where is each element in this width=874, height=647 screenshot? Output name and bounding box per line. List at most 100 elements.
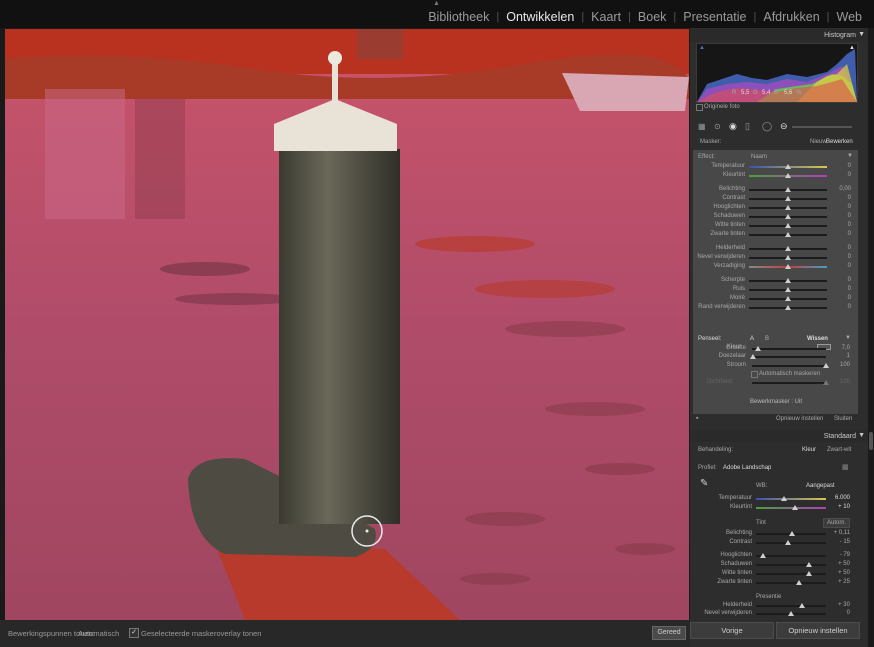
tint-slider[interactable] bbox=[756, 505, 826, 510]
mask-witte-tinten-knob[interactable] bbox=[785, 223, 791, 228]
collapse-triangle-icon[interactable]: ▼ bbox=[858, 31, 865, 38]
mask-contrast-knob[interactable] bbox=[785, 196, 791, 201]
treatment-bw-option[interactable]: Zwart-wit bbox=[827, 447, 851, 453]
whites-knob[interactable] bbox=[805, 571, 812, 576]
whites-value[interactable]: + 50 bbox=[828, 570, 850, 576]
mask-witte-tinten-value[interactable]: 0 bbox=[831, 222, 851, 228]
mask-zwarte-tinten-slider[interactable] bbox=[749, 232, 827, 237]
mask-belichting-slider[interactable] bbox=[749, 187, 827, 192]
temp-slider[interactable] bbox=[756, 496, 826, 501]
mask-helderheid-slider[interactable] bbox=[749, 246, 827, 251]
highlights-knob[interactable] bbox=[760, 553, 766, 558]
shadows-value[interactable]: + 50 bbox=[828, 561, 850, 567]
mask-nevel-verwijderen-value[interactable]: 0 bbox=[831, 254, 851, 260]
mask-ruis-value[interactable]: 0 bbox=[831, 286, 851, 292]
whites-slider[interactable] bbox=[756, 571, 826, 576]
basic-triangle-icon[interactable]: ▼ bbox=[858, 432, 865, 439]
mask-helderheid-value[interactable]: 0 bbox=[831, 245, 851, 251]
graduated-filter-icon[interactable]: ▯ bbox=[745, 121, 750, 132]
mask-hooglichten-slider[interactable] bbox=[749, 205, 827, 210]
dehaze-knob[interactable] bbox=[788, 611, 794, 616]
spot-removal-icon[interactable]: ⊙ bbox=[714, 122, 721, 131]
mask-contrast-slider[interactable] bbox=[749, 196, 827, 201]
blacks-slider[interactable] bbox=[756, 580, 826, 585]
effect-dropdown[interactable]: Naam bbox=[751, 154, 767, 160]
mask-kleurtint-value[interactable]: 0 bbox=[831, 172, 851, 178]
module-presentatie[interactable]: Presentatie bbox=[676, 10, 753, 24]
profile-browser-icon[interactable]: ▦ bbox=[842, 463, 849, 471]
mask-schaduwen-slider[interactable] bbox=[749, 214, 827, 219]
brush-doezelaar-knob[interactable] bbox=[749, 354, 756, 359]
mask-temperatuur-value[interactable]: 0 bbox=[831, 163, 851, 169]
mask-temperatuur-slider[interactable] bbox=[749, 164, 827, 169]
mask-scherpte-knob[interactable] bbox=[785, 278, 791, 283]
mask-moir--value[interactable]: 0 bbox=[831, 295, 851, 301]
module-afdrukken[interactable]: Afdrukken bbox=[756, 10, 826, 24]
reset-all-button[interactable]: Opnieuw instellen bbox=[776, 622, 860, 639]
brush-wipe-button[interactable]: Wissen bbox=[807, 336, 828, 342]
mask-witte-tinten-slider[interactable] bbox=[749, 223, 827, 228]
contrast-value[interactable]: - 15 bbox=[828, 539, 850, 545]
brush-stroom-slider[interactable] bbox=[752, 363, 829, 368]
done-button[interactable]: Gereed bbox=[652, 626, 686, 640]
mask-moir--slider[interactable] bbox=[749, 296, 827, 301]
auto-mask-checkbox[interactable] bbox=[751, 371, 758, 378]
mask-reset-button[interactable]: Opnieuw instellen bbox=[776, 416, 823, 422]
mask-zwarte-tinten-value[interactable]: 0 bbox=[831, 231, 851, 237]
collapse-top-arrow-icon[interactable]: ▲ bbox=[433, 0, 440, 7]
edit-mask-toggle[interactable]: Bewerkmasker : Uit bbox=[750, 399, 802, 405]
highlights-slider[interactable] bbox=[756, 553, 826, 558]
contrast-knob[interactable] bbox=[785, 540, 792, 545]
brush-grootte-value[interactable]: 7,0 bbox=[830, 345, 850, 351]
overlay-checkbox[interactable]: ✓ bbox=[129, 628, 139, 638]
density-slider[interactable] bbox=[752, 380, 829, 385]
blacks-value[interactable]: + 25 bbox=[828, 579, 850, 585]
mask-close-button[interactable]: Sluiten bbox=[834, 416, 852, 422]
temp-knob[interactable] bbox=[781, 496, 787, 501]
brush-stroom-knob[interactable] bbox=[823, 363, 829, 368]
mask-kleurtint-slider[interactable] bbox=[749, 173, 827, 178]
clarity-value[interactable]: + 30 bbox=[828, 602, 850, 608]
profile-dropdown[interactable]: Adobe Landschap bbox=[723, 465, 771, 471]
dehaze-value[interactable]: 0 bbox=[828, 610, 850, 616]
basic-header[interactable]: Standaard ▼ bbox=[690, 430, 868, 442]
blacks-knob[interactable] bbox=[796, 580, 803, 585]
tint-knob[interactable] bbox=[792, 505, 798, 510]
module-kaart[interactable]: Kaart bbox=[584, 10, 628, 24]
exposure-knob[interactable] bbox=[788, 531, 795, 536]
exposure-slider[interactable] bbox=[756, 531, 826, 536]
mask-kleurtint-knob[interactable] bbox=[785, 173, 791, 178]
module-bibliotheek[interactable]: Bibliotheek bbox=[421, 10, 496, 24]
scrollbar-thumb[interactable] bbox=[869, 432, 873, 450]
mask-rand-verwijderen-value[interactable]: 0 bbox=[831, 304, 851, 310]
brush-triangle-icon[interactable]: ▼ bbox=[845, 335, 851, 341]
mask-moir--knob[interactable] bbox=[785, 296, 791, 301]
photo-canvas[interactable] bbox=[5, 29, 689, 620]
mask-verzadiging-knob[interactable] bbox=[785, 264, 791, 269]
mask-schaduwen-knob[interactable] bbox=[785, 214, 791, 219]
mask-scherpte-slider[interactable] bbox=[749, 278, 827, 283]
mask-nevel-verwijderen-slider[interactable] bbox=[749, 255, 827, 260]
radial-filter-icon[interactable]: ◯ bbox=[762, 121, 772, 132]
mask-edit-button[interactable]: Bewerken bbox=[826, 139, 853, 145]
adjustment-brush-icon[interactable]: ⊖ bbox=[780, 121, 788, 132]
shadows-knob[interactable] bbox=[805, 562, 812, 567]
dehaze-slider[interactable] bbox=[756, 611, 826, 616]
mask-contrast-value[interactable]: 0 bbox=[831, 195, 851, 201]
mask-nevel-verwijderen-knob[interactable] bbox=[785, 255, 791, 260]
effect-triangle-icon[interactable]: ▼ bbox=[847, 153, 853, 159]
brush-a-button[interactable]: A bbox=[750, 336, 754, 342]
treatment-color-option[interactable]: Kleur bbox=[802, 447, 816, 453]
tint-value[interactable]: + 10 bbox=[828, 504, 850, 510]
mask-belichting-knob[interactable] bbox=[785, 187, 791, 192]
wb-eyedropper-icon[interactable]: ✎ bbox=[700, 478, 708, 489]
toggle-switch-icon[interactable]: ▪ bbox=[696, 415, 698, 422]
mask-rand-verwijderen-slider[interactable] bbox=[749, 305, 827, 310]
brush-stroom-value[interactable]: 100 bbox=[830, 362, 850, 368]
mask-verzadiging-slider[interactable] bbox=[749, 264, 827, 269]
mask-zwarte-tinten-knob[interactable] bbox=[785, 232, 791, 237]
shadows-slider[interactable] bbox=[756, 562, 826, 567]
mask-new-button[interactable]: Nieuw bbox=[810, 139, 827, 145]
crop-tool-icon[interactable]: ▦ bbox=[698, 122, 706, 131]
mask-ruis-knob[interactable] bbox=[785, 287, 791, 292]
